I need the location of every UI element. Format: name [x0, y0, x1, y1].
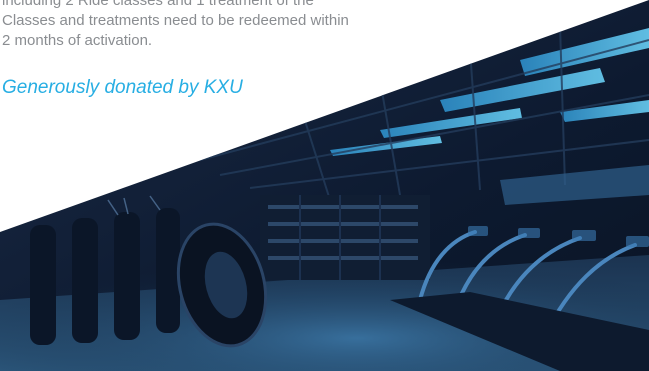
gym-photo [0, 0, 649, 371]
donation-page: including 2 Ride classes and 1 treatment… [0, 0, 649, 371]
